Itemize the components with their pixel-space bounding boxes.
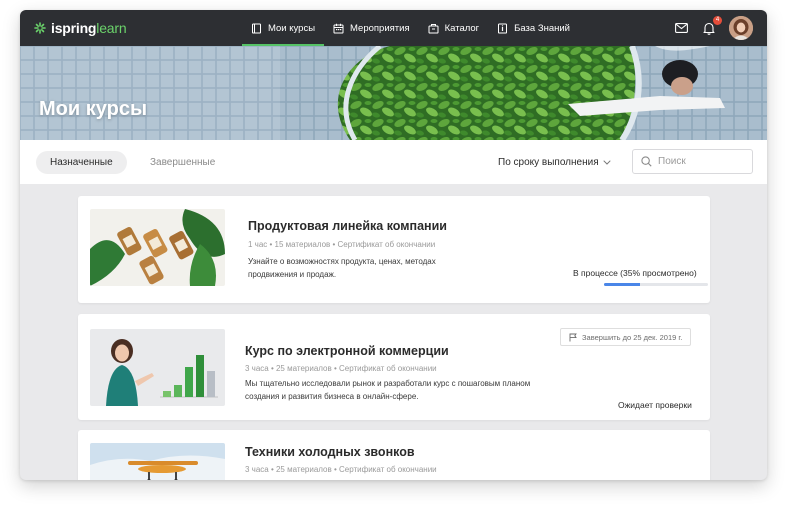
presenter-chart-image [90,329,225,406]
course-card[interactable]: Техники холодных звонков 3 часа • 25 мат… [78,430,710,480]
logo-spark-icon [34,22,46,34]
course-status: Ожидает проверки [618,400,692,410]
nav-knowledge-base-label: База Знаний [514,22,570,34]
search-input[interactable] [658,156,746,167]
user-avatar-image [729,16,753,40]
nav-knowledge-base[interactable]: База Знаний [488,10,579,46]
course-thumbnail [90,209,225,286]
product-bottles-image [90,209,225,286]
nav-my-courses-label: Мои курсы [268,22,316,34]
nav-catalog-label: Каталог [444,22,480,34]
course-thumbnail [90,443,225,480]
course-card[interactable]: Курс по электронной коммерции 3 часа • 2… [78,314,710,420]
top-navigation-bar: ispringlearn Мои курсы Мероприятия Катал… [20,10,767,46]
mail-button[interactable] [673,20,689,36]
book-icon [252,23,261,33]
knowledge-base-icon [498,23,508,33]
ispring-learn-logo[interactable]: ispringlearn [34,20,127,36]
nav-catalog[interactable]: Каталог [419,10,489,46]
user-avatar[interactable] [729,16,753,40]
course-title[interactable]: Курс по электронной коммерции [245,344,449,358]
deadline-badge: Завершить до 25 дек. 2019 г. [560,328,692,346]
notifications-button[interactable]: 4 [701,16,722,36]
sort-dropdown[interactable]: По сроку выполнения [498,157,611,168]
tab-completed[interactable]: Завершенные [136,151,229,174]
notification-badge: 4 [713,16,722,25]
course-progress-fill [604,283,641,286]
nav-my-courses[interactable]: Мои курсы [242,10,325,46]
logo-text: ispringlearn [51,20,127,36]
calendar-icon [333,23,344,33]
chevron-down-icon [602,160,611,165]
app-window: ispringlearn Мои курсы Мероприятия Катал… [20,10,767,480]
header-actions: 4 [673,16,753,40]
hero-background-image [20,46,767,140]
course-meta: 3 часа • 25 материалов • Сертификат об о… [245,364,437,373]
deadline-text: Завершить до 25 дек. 2019 г. [582,332,683,342]
course-title[interactable]: Продуктовая линейка компании [248,219,447,233]
nav-events[interactable]: Мероприятия [324,10,419,46]
main-nav: Мои курсы Мероприятия Каталог База Знани… [242,10,579,46]
hero-banner: Мои курсы [20,46,767,140]
sort-label: По сроку выполнения [498,157,599,168]
airplane-image [90,443,225,480]
tab-assigned[interactable]: Назначенные [36,151,127,174]
course-description: Мы тщательно исследовали рынок и разрабо… [245,379,531,401]
search-icon [641,156,652,167]
mail-icon [674,23,688,33]
course-meta: 1 час • 15 материалов • Сертификат об ок… [248,240,436,249]
nav-events-label: Мероприятия [350,22,410,34]
course-meta: 3 часа • 25 материалов • Сертификат об о… [245,465,437,474]
page-title: Мои курсы [39,98,148,120]
flag-icon [569,333,577,341]
course-filter-bar: Назначенные Завершенные По сроку выполне… [20,140,767,184]
course-progress-bar [604,283,708,286]
course-title[interactable]: Техники холодных звонков [245,445,415,459]
course-card[interactable]: Продуктовая линейка компании 1 час • 15 … [78,196,710,303]
course-status: В процессе (35% просмотрено) [573,268,697,278]
catalog-box-icon [428,23,439,33]
course-description: Узнайте о возможностях продукта, ценах, … [248,257,436,279]
search-box[interactable] [632,149,753,174]
course-thumbnail [90,329,225,406]
